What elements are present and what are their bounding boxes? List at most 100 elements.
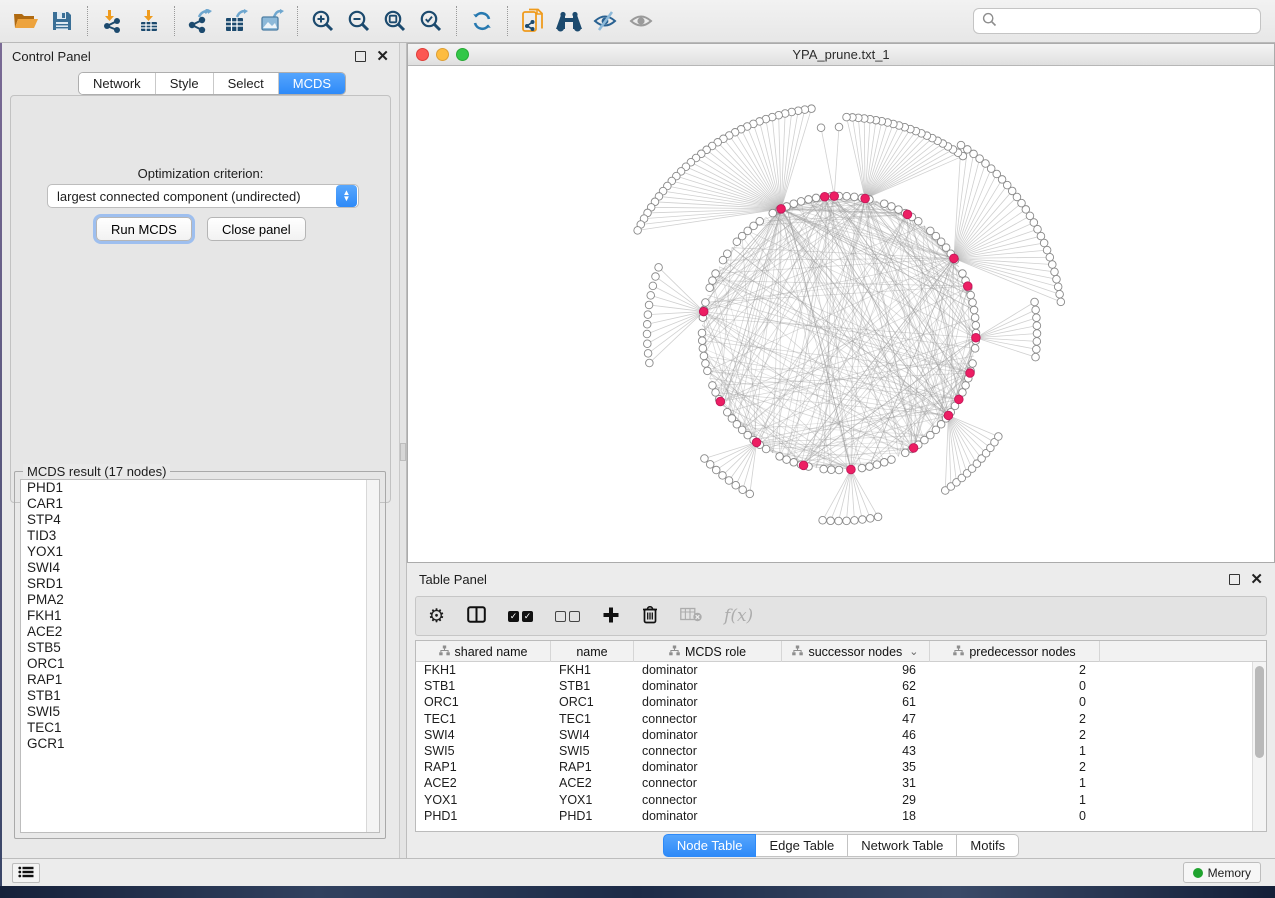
graph-node[interactable] [874,513,882,521]
graph-node[interactable] [1051,268,1059,276]
graph-hub-node[interactable] [752,438,761,447]
graph-node[interactable] [962,382,970,390]
table-row[interactable]: RAP1RAP1dominator352 [416,759,1252,775]
graph-node[interactable] [644,350,652,358]
table-row[interactable]: TEC1TEC1connector472 [416,711,1252,727]
tab-mcds[interactable]: MCDS [278,73,345,94]
graph-node[interactable] [1032,353,1040,361]
graph-node[interactable] [859,516,867,524]
tab-network-table[interactable]: Network Table [848,834,957,857]
mcds-result-item[interactable]: FKH1 [21,608,379,624]
column-header-predecessor-nodes[interactable]: predecessor nodes [930,641,1100,662]
graph-node[interactable] [1053,275,1061,283]
graph-node[interactable] [866,515,874,523]
graph-node[interactable] [706,284,714,292]
graph-hub-node[interactable] [699,307,708,316]
graph-node[interactable] [634,227,642,235]
graph-node[interactable] [706,461,714,469]
delete-table-button[interactable] [680,607,702,625]
graph-node[interactable] [712,466,720,474]
graph-node[interactable] [1046,253,1054,261]
export-network-button[interactable] [182,4,218,38]
graph-node[interactable] [699,345,707,353]
column-header-shared-name[interactable]: shared name [416,641,551,662]
panel-mode-button[interactable] [467,606,486,626]
graph-node[interactable] [746,490,754,498]
graph-node[interactable] [1040,239,1048,247]
graph-node[interactable] [1031,298,1039,306]
graph-node[interactable] [967,291,975,299]
mcds-result-item[interactable]: SRD1 [21,576,379,592]
graph-node[interactable] [646,359,654,367]
graph-node[interactable] [817,124,825,132]
table-row[interactable]: PHD1PHD1dominator180 [416,808,1252,824]
column-header-name[interactable]: name [551,641,634,662]
graph-node[interactable] [643,330,651,338]
graph-node[interactable] [1033,330,1041,338]
graph-node[interactable] [970,306,978,314]
column-settings-button[interactable]: ⚙ [428,607,445,626]
close-window-icon[interactable] [416,48,429,61]
graph-node[interactable] [700,352,708,360]
mcds-result-item[interactable]: ACE2 [21,624,379,640]
close-panel-button[interactable]: Close panel [207,217,306,241]
graph-node[interactable] [926,227,934,235]
graph-node[interactable] [783,456,791,464]
close-panel-icon[interactable]: ✕ [376,51,389,62]
graph-node[interactable] [645,301,653,309]
graph-node[interactable] [698,337,706,345]
mcds-result-item[interactable]: PMA2 [21,592,379,608]
graph-node[interactable] [969,299,977,307]
graph-hub-node[interactable] [861,194,870,203]
tab-select[interactable]: Select [213,73,278,94]
export-table-button[interactable] [218,4,254,38]
search-box[interactable] [973,8,1261,34]
graph-node[interactable] [719,256,727,264]
graph-node[interactable] [769,209,777,217]
graph-node[interactable] [1048,261,1056,269]
deselect-all-button[interactable] [555,611,580,622]
graph-node[interactable] [647,292,655,300]
vertical-splitter[interactable] [399,43,407,858]
hide-selected-button[interactable] [587,4,623,38]
network-canvas[interactable] [408,66,1274,562]
open-file-button[interactable] [8,4,44,38]
maximize-window-icon[interactable] [456,48,469,61]
graph-hub-node[interactable] [972,333,981,342]
graph-node[interactable] [701,455,709,463]
table-row[interactable]: SWI5SWI5connector431 [416,743,1252,759]
graph-hub-node[interactable] [955,395,964,404]
graph-node[interactable] [1043,246,1051,254]
graph-node[interactable] [1037,232,1045,240]
search-input[interactable] [1003,14,1252,29]
mcds-result-item[interactable]: STP4 [21,512,379,528]
graph-node[interactable] [733,238,741,246]
mcds-result-item[interactable]: PHD1 [21,480,379,496]
splitter-handle[interactable] [400,443,406,461]
graph-node[interactable] [790,459,798,467]
graph-node[interactable] [972,322,980,330]
panel-menu-button[interactable] [12,863,40,883]
mcds-result-item[interactable]: CAR1 [21,496,379,512]
first-neighbors-button[interactable] [551,4,587,38]
refresh-view-button[interactable] [464,4,500,38]
graph-hub-node[interactable] [903,210,912,219]
add-column-button[interactable] [602,606,620,627]
graph-node[interactable] [851,193,859,201]
tab-edge-table[interactable]: Edge Table [756,834,848,857]
graph-node[interactable] [971,345,979,353]
tab-network[interactable]: Network [79,73,155,94]
graph-hub-node[interactable] [909,444,918,453]
graph-node[interactable] [1033,345,1041,353]
select-all-button[interactable]: ✓✓ [508,611,533,622]
graph-node[interactable] [828,466,836,474]
graph-node[interactable] [843,113,851,121]
graph-hub-node[interactable] [830,192,839,201]
column-header-MCDS-role[interactable]: MCDS role [634,641,782,662]
save-session-button[interactable] [44,4,80,38]
graph-node[interactable] [959,270,967,278]
graph-node[interactable] [790,200,798,208]
graph-node[interactable] [1033,322,1041,330]
clone-network-button[interactable] [515,4,551,38]
graph-node[interactable] [719,472,727,480]
